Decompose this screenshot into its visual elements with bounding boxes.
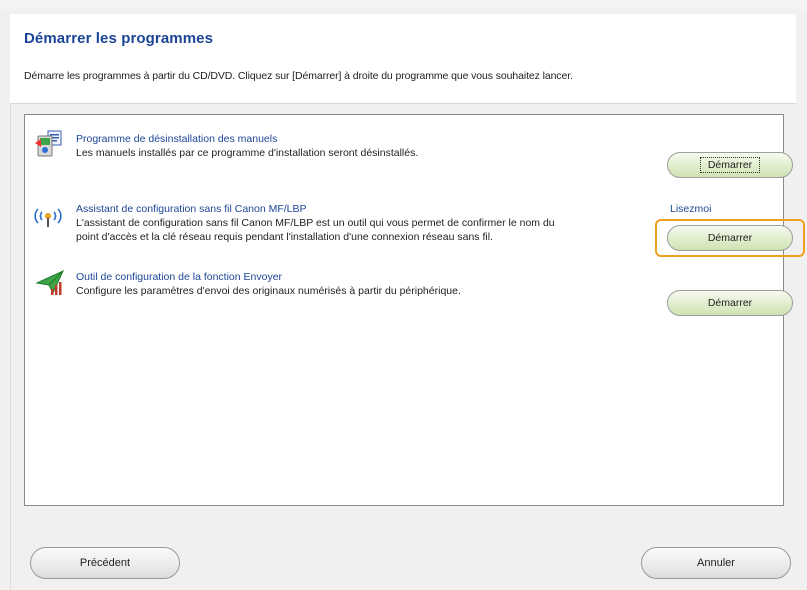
program-title[interactable]: Programme de désinstallation des manuels — [76, 133, 277, 145]
send-function-icon — [35, 267, 65, 295]
start-button-uninstall-manuals[interactable]: Démarrer — [667, 152, 793, 178]
start-button-label: Démarrer — [699, 157, 761, 173]
uninstall-manuals-icon — [35, 129, 63, 157]
cancel-button-label: Annuler — [697, 557, 735, 569]
program-description-line2: point d'accès et la clé réseau requis pe… — [76, 231, 493, 243]
program-title[interactable]: Assistant de configuration sans fil Cano… — [76, 203, 307, 215]
program-description: Configure les paramètres d'envoi des ori… — [76, 285, 461, 297]
wireless-icon — [33, 201, 62, 229]
start-button-label: Démarrer — [707, 232, 753, 244]
header: Démarrer les programmes Démarre les prog… — [10, 14, 796, 104]
page-title: Démarrer les programmes — [24, 30, 214, 47]
start-button-wireless-setup[interactable]: Démarrer — [667, 225, 793, 251]
back-button-label: Précédent — [79, 557, 131, 569]
page-description: Démarre les programmes à partir du CD/DV… — [24, 70, 573, 82]
program-title[interactable]: Outil de configuration de la fonction En… — [76, 271, 282, 283]
program-description: Les manuels installés par ce programme d… — [76, 147, 419, 159]
start-button-label: Démarrer — [707, 297, 753, 309]
top-strip — [0, 0, 807, 10]
back-button[interactable]: Précédent — [30, 547, 180, 579]
installer-window: Démarrer les programmes Démarre les prog… — [0, 0, 807, 590]
header-divider — [10, 103, 796, 104]
program-description-line1: L'assistant de configuration sans fil Ca… — [76, 217, 555, 229]
readme-link[interactable]: Lisezmoi — [670, 203, 711, 215]
start-button-send-function[interactable]: Démarrer — [667, 290, 793, 316]
cancel-button[interactable]: Annuler — [641, 547, 791, 579]
left-divider — [10, 104, 11, 590]
program-list: Programme de désinstallation des manuels… — [24, 114, 805, 506]
